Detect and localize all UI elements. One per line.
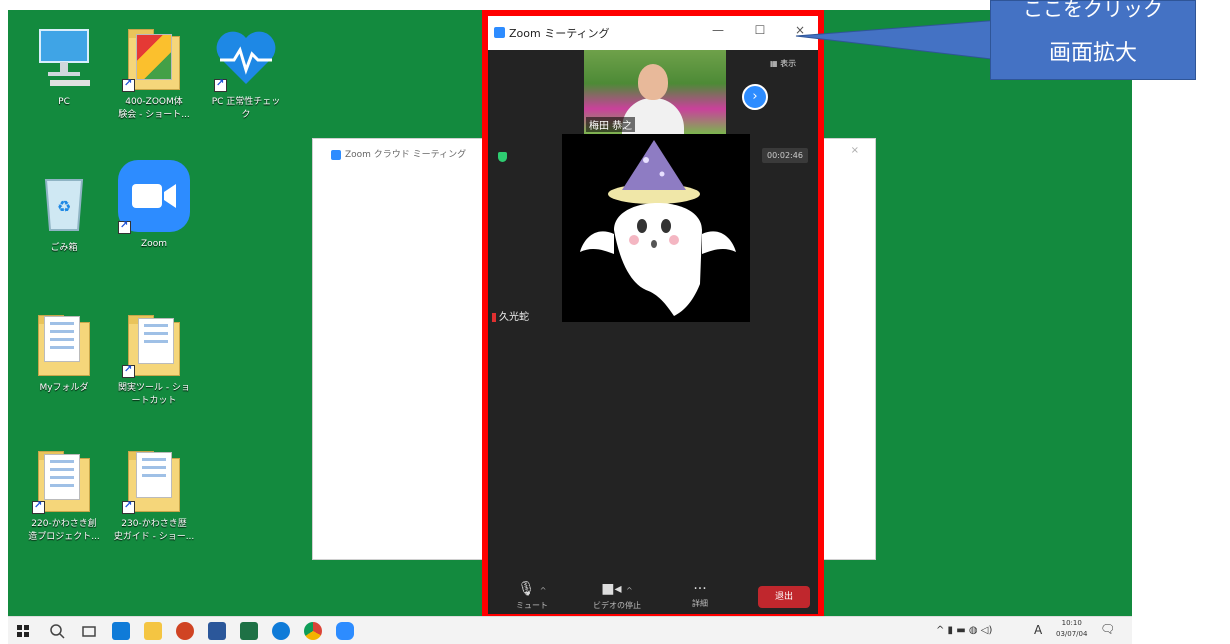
callout-line-2: 画面拡大 [1048, 41, 1137, 66]
mute-button[interactable]: 🎙 ^ ミュート [502, 580, 562, 612]
ghost-avatar [580, 140, 736, 316]
zoom-logo-icon [331, 149, 341, 160]
desktop-icon-label: 関実ツール - ショ ートカット [118, 383, 190, 406]
cloud-window-title: Zoom クラウド ミーティング [331, 147, 466, 160]
desktop-icon-zoom-app[interactable]: Zoom [104, 158, 204, 251]
excel-icon[interactable] [240, 622, 258, 640]
desktop-icon-zoom-session[interactable]: 400-ZOOM体 験会 - ショート... [104, 24, 204, 122]
muted-mic-icon [492, 312, 496, 322]
recycle-bin-icon: ♻ [30, 170, 98, 238]
view-button[interactable]: ▦ 表示 [770, 58, 796, 69]
desktop-icon-label: 220-かわさき創 造プロジェクト... [28, 519, 100, 542]
participant-video-main[interactable] [562, 134, 750, 322]
callout-line-1: ここをクリック [1023, 0, 1163, 21]
taskbar: ^ ▮ ▬ ◍ ◁) A 10:10 03/07/04 🗨 [8, 616, 1132, 644]
zoom-meeting-window: Zoom ミーティング — ☐ × ▦ 表示 梅田 恭之 › 00:02:46 [482, 10, 824, 620]
maximize-button[interactable]: ☐ [750, 23, 770, 37]
participant-name: 梅田 恭之 [586, 117, 636, 132]
ellipsis-icon: ··· [693, 581, 707, 597]
next-page-button[interactable]: › [742, 84, 768, 110]
folder-shortcut-icon [120, 310, 188, 378]
desktop-icon-label: Myフォルダ [39, 383, 89, 393]
leave-button[interactable]: 退出 [758, 586, 810, 608]
folder-shortcut-icon [120, 446, 188, 514]
desktop-icon-label: 230-かわさき歴 史ガイド - ショー... [113, 519, 195, 542]
outlook-icon[interactable] [112, 622, 130, 640]
participant-video-top[interactable]: 梅田 恭之 [584, 50, 726, 134]
monitor-icon [30, 24, 98, 92]
desktop-icon-pc[interactable]: PC [14, 24, 114, 109]
cloud-window-close-button[interactable]: × [851, 145, 859, 156]
participant-label: 久光蛇 [492, 308, 529, 323]
search-icon[interactable] [48, 622, 66, 640]
chrome-icon[interactable] [304, 622, 322, 640]
svg-text:♻: ♻ [57, 197, 71, 216]
callout-annotation: ここをクリック 画面拡大 [990, 0, 1196, 80]
notification-icon[interactable]: 🗨 [1100, 622, 1115, 636]
desktop-icon-health-check[interactable]: PC 正常性チェッ ク [196, 24, 296, 122]
desktop-icon-label: ごみ箱 [50, 243, 78, 253]
start-button[interactable] [14, 622, 32, 640]
desktop-icon-my-folder[interactable]: Myフォルダ [14, 310, 114, 395]
zoom-window-title: Zoom ミーティング [509, 27, 610, 40]
zoom-logo-icon [494, 27, 505, 38]
ime-indicator[interactable]: A [1034, 623, 1042, 637]
meeting-timer: 00:02:46 [762, 148, 808, 163]
zoom-taskbar-icon[interactable] [336, 622, 354, 640]
folder-icon [30, 310, 98, 378]
desktop-icon-label: PC 正常性チェッ ク [211, 97, 281, 120]
desktop-icon-kawasaki-guide[interactable]: 230-かわさき歴 史ガイド - ショー... [104, 446, 204, 544]
desktop-icon-recycle[interactable]: ♻ ごみ箱 [14, 170, 114, 255]
minimize-button[interactable]: — [708, 23, 728, 37]
desktop-icon-label: 400-ZOOM体 験会 - ショート... [118, 97, 190, 120]
desktop-icon-label: Zoom [141, 239, 167, 249]
word-icon[interactable] [208, 622, 226, 640]
video-camera-icon: ■◂ ^ [601, 581, 633, 597]
powerpoint-icon[interactable] [176, 622, 194, 640]
heartbeat-icon [212, 24, 280, 92]
stop-video-button[interactable]: ■◂ ^ ビデオの停止 [574, 580, 660, 612]
close-button[interactable]: × [790, 23, 810, 37]
desktop-icon-kawasaki-project[interactable]: 220-かわさき創 造プロジェクト... [14, 446, 114, 544]
tray-icons[interactable]: ^ ▮ ▬ ◍ ◁) [936, 625, 992, 636]
screen: PC 400-ZOOM体 験会 - ショート... PC 正常性チェッ ク [0, 0, 1230, 644]
microphone-icon: 🎙 ^ [517, 581, 547, 597]
zoom-title-bar[interactable]: Zoom ミーティング — ☐ × [488, 16, 818, 50]
more-button[interactable]: ··· 詳細 [672, 580, 728, 610]
folder-shortcut-icon [30, 446, 98, 514]
desktop-icon-label: PC [58, 97, 70, 107]
desktop-icon-tools[interactable]: 関実ツール - ショ ートカット [104, 310, 204, 408]
shield-icon[interactable] [498, 152, 507, 162]
clock[interactable]: 10:10 03/07/04 [1056, 618, 1087, 640]
folder-shortcut-icon [120, 24, 188, 92]
task-view-icon[interactable] [80, 622, 98, 640]
zoom-camera-icon [116, 158, 192, 234]
file-explorer-icon[interactable] [144, 622, 162, 640]
edge-icon[interactable] [272, 622, 290, 640]
meeting-toolbar: 🎙 ^ ミュート ■◂ ^ ビデオの停止 ··· 詳細 退出 [488, 578, 818, 620]
